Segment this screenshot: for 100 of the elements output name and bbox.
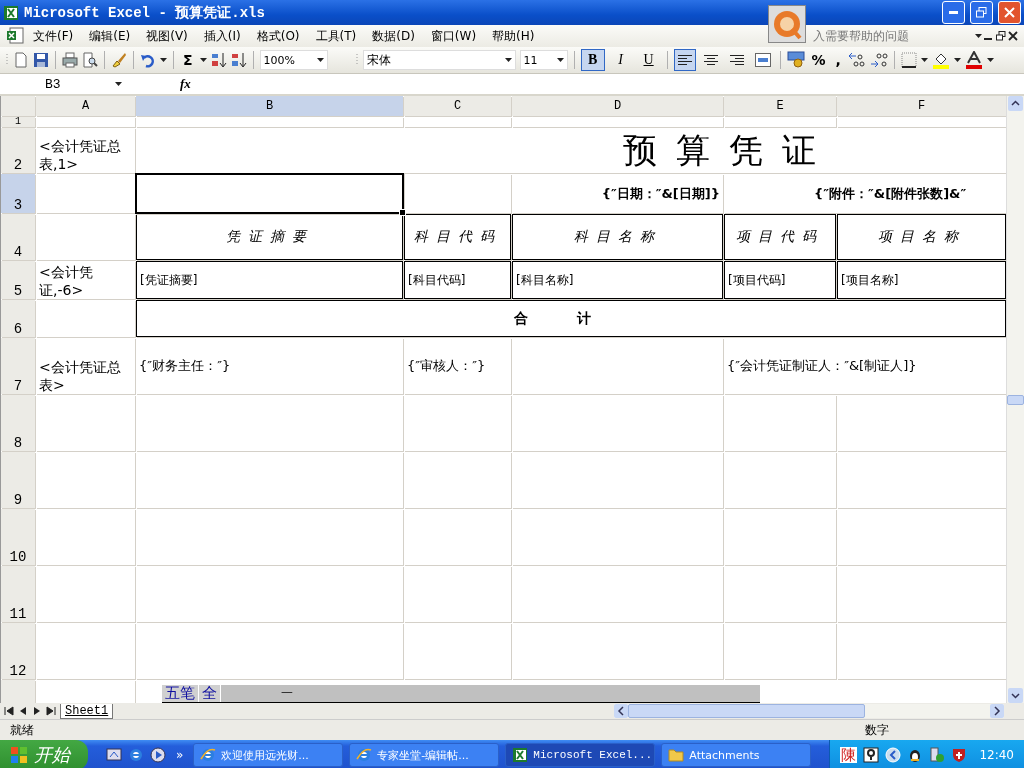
ime-tray-indicator[interactable]: 陳 <box>840 747 858 763</box>
browser-icon[interactable] <box>128 747 144 763</box>
taskbar-button[interactable]: Microsoft Excel... <box>505 743 656 767</box>
dropdown-caret-icon[interactable] <box>556 58 564 62</box>
print-preview-icon[interactable] <box>82 52 98 68</box>
format-button[interactable]: B <box>580 49 605 71</box>
scroll-down-icon[interactable] <box>1008 688 1023 703</box>
horizontal-scroll-thumb[interactable] <box>628 704 865 718</box>
new-document-icon[interactable] <box>13 52 29 68</box>
menu-item[interactable]: 帮助(H) <box>485 25 542 47</box>
row-header[interactable]: 11 <box>1 566 35 622</box>
save-icon[interactable] <box>33 52 49 68</box>
printer-icon[interactable] <box>62 52 78 68</box>
sheet-tab[interactable]: Sheet1 <box>60 703 114 719</box>
align-right-icon[interactable] <box>729 53 744 67</box>
name-box[interactable]: B3 <box>0 75 115 93</box>
font-color-icon[interactable] <box>964 51 983 69</box>
cell-selection-frame[interactable] <box>135 173 404 214</box>
floating-app-icon[interactable] <box>768 5 806 43</box>
dropdown-caret-icon[interactable] <box>986 58 994 62</box>
more-quicklaunch-button[interactable]: » <box>176 748 184 762</box>
percent-button[interactable]: % <box>808 52 829 68</box>
doc-close-icon[interactable] <box>1008 31 1018 41</box>
shield-tray-icon[interactable] <box>951 747 968 763</box>
row-header[interactable]: 4 <box>1 214 35 260</box>
column-header[interactable]: A <box>36 96 135 116</box>
row-header[interactable]: 2 <box>1 128 35 173</box>
taskbar-button[interactable]: 欢迎使用远光财... <box>193 743 344 767</box>
back-arrow-tray-icon[interactable] <box>885 747 902 763</box>
align-center-icon[interactable] <box>703 53 718 67</box>
row-header[interactable]: 7 <box>1 338 35 394</box>
fill-color-icon[interactable] <box>931 51 950 69</box>
media-player-icon[interactable] <box>150 747 166 763</box>
taskbar-button[interactable]: Attachments <box>661 743 812 767</box>
row-header[interactable]: 6 <box>1 300 35 337</box>
document-menu-icon[interactable] <box>6 27 24 45</box>
autosum-button[interactable]: Σ <box>180 52 196 68</box>
row-header[interactable]: 1 <box>1 117 35 127</box>
borders-icon[interactable] <box>900 52 917 68</box>
font-dropdown[interactable]: 宋体 <box>362 50 516 70</box>
scroll-thumb[interactable] <box>1007 394 1024 405</box>
format-button[interactable]: U <box>636 49 661 71</box>
dropdown-caret-icon[interactable] <box>115 82 122 86</box>
sort-descending-icon[interactable] <box>230 52 247 68</box>
format-button[interactable]: I <box>608 49 633 71</box>
row-header[interactable]: 8 <box>1 395 35 451</box>
menu-item[interactable]: 窗口(W) <box>423 25 484 47</box>
row-header[interactable]: 9 <box>1 452 35 508</box>
menu-item[interactable]: 视图(V) <box>139 25 195 47</box>
dropdown-caret-icon[interactable] <box>504 58 512 62</box>
doc-restore-icon[interactable] <box>996 31 1006 41</box>
menu-item[interactable]: 工具(T) <box>308 25 364 47</box>
comma-button[interactable]: , <box>832 52 844 68</box>
menu-item[interactable]: 数据(D) <box>365 25 422 47</box>
decrease-decimal-icon[interactable] <box>869 52 888 68</box>
column-header[interactable]: E <box>724 96 836 116</box>
column-header[interactable]: D <box>512 96 723 116</box>
increase-decimal-icon[interactable] <box>847 52 866 68</box>
menu-item[interactable]: 编辑(E) <box>82 25 138 47</box>
paintbrush-icon[interactable] <box>111 52 127 68</box>
row-header[interactable]: 12 <box>1 623 35 679</box>
taskbar-button[interactable]: 专家坐堂-编辑帖... <box>349 743 500 767</box>
first-sheet-icon[interactable] <box>4 706 14 716</box>
function-label[interactable]: fx <box>180 76 191 92</box>
row-header[interactable]: 3 <box>1 174 35 213</box>
menu-item[interactable]: 文件(F) <box>26 25 81 47</box>
coins-icon[interactable] <box>786 51 805 69</box>
merge-center-icon[interactable] <box>754 53 771 67</box>
network-tray-icon[interactable] <box>929 747 946 763</box>
start-button[interactable]: 开始 <box>0 740 88 768</box>
row-header[interactable]: 10 <box>1 509 35 565</box>
help-search-field[interactable]: 入需要帮助的问题 <box>813 29 973 43</box>
align-left-icon[interactable] <box>677 53 692 67</box>
dropdown-caret-icon[interactable] <box>953 58 961 62</box>
scroll-right-icon[interactable] <box>990 704 1004 718</box>
ime-mode-button[interactable]: 五笔 <box>162 685 199 702</box>
last-sheet-icon[interactable] <box>46 706 56 716</box>
undo-icon[interactable] <box>140 52 156 68</box>
column-header[interactable]: B <box>136 96 403 116</box>
menu-item[interactable]: 格式(O) <box>249 25 307 47</box>
dropdown-caret-icon[interactable] <box>160 58 167 62</box>
row-header[interactable]: 5 <box>1 261 35 299</box>
scroll-up-icon[interactable] <box>1008 96 1023 111</box>
dropdown-caret-icon[interactable] <box>920 58 928 62</box>
dropdown-caret-icon[interactable] <box>316 58 324 62</box>
menu-item[interactable]: 插入(I) <box>196 25 248 47</box>
desktop-icon[interactable] <box>106 747 122 763</box>
scroll-left-icon[interactable] <box>614 704 628 718</box>
column-header[interactable]: F <box>837 96 1006 116</box>
column-header[interactable]: C <box>404 96 511 116</box>
dropdown-caret-icon[interactable] <box>199 58 207 62</box>
sort-ascending-icon[interactable] <box>210 52 227 68</box>
next-sheet-icon[interactable] <box>32 706 42 716</box>
restore-button[interactable] <box>970 1 993 24</box>
minimize-button[interactable] <box>942 1 965 24</box>
previous-sheet-icon[interactable] <box>18 706 28 716</box>
font-size-dropdown[interactable]: 11 <box>519 50 568 70</box>
close-button[interactable] <box>998 1 1021 24</box>
dropdown-caret-icon[interactable] <box>975 34 982 38</box>
ime-mode-button[interactable]: 全 <box>199 685 221 702</box>
